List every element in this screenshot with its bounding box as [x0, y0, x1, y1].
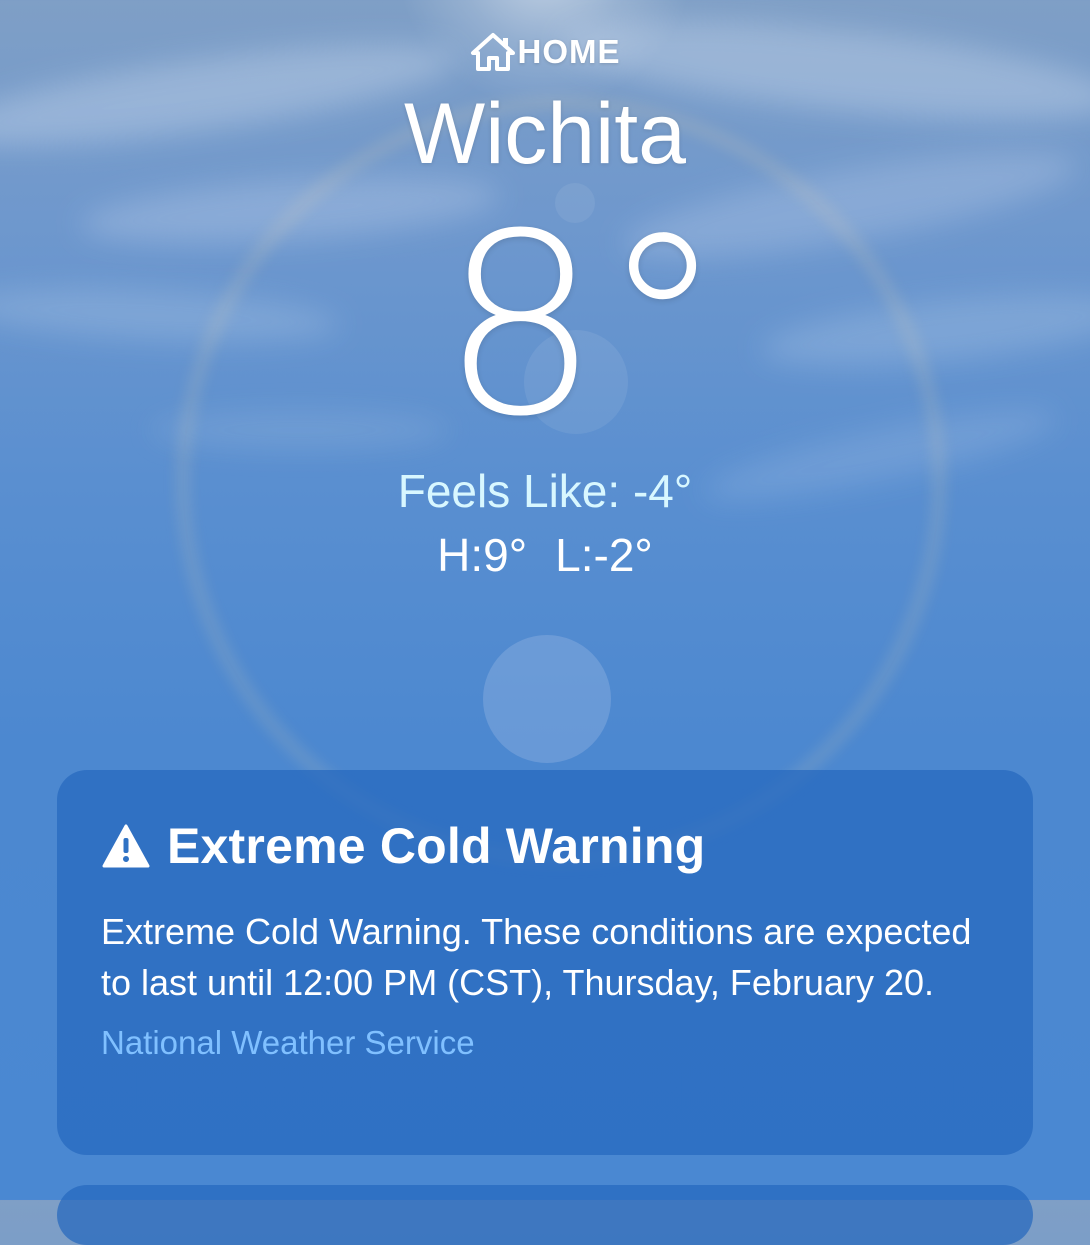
lens-flare [483, 635, 611, 763]
high-temp: H:9° [437, 529, 528, 581]
city-name: Wichita [404, 86, 686, 182]
temperature-value: 8° [440, 180, 726, 471]
location-header: HOME Wichita [0, 28, 1090, 186]
current-temperature: 8° [0, 196, 1090, 456]
home-indicator: HOME [0, 28, 1090, 76]
warning-triangle-icon [102, 824, 150, 868]
alert-description: Extreme Cold Warning. These conditions a… [101, 911, 972, 1003]
house-icon [470, 33, 515, 71]
high-low: H:9° L:-2° [0, 526, 1090, 584]
alert-title-row: Extreme Cold Warning [101, 812, 989, 880]
weather-alert-card[interactable]: Extreme Cold Warning Extreme Cold Warnin… [57, 770, 1033, 1155]
next-card[interactable] [57, 1185, 1033, 1245]
alert-title: Extreme Cold Warning [167, 818, 706, 874]
alert-source-link[interactable]: National Weather Service [101, 1024, 989, 1062]
low-temp: L:-2° [555, 529, 653, 581]
feels-like: Feels Like: -4° [397, 465, 693, 517]
home-label: HOME [517, 33, 621, 70]
